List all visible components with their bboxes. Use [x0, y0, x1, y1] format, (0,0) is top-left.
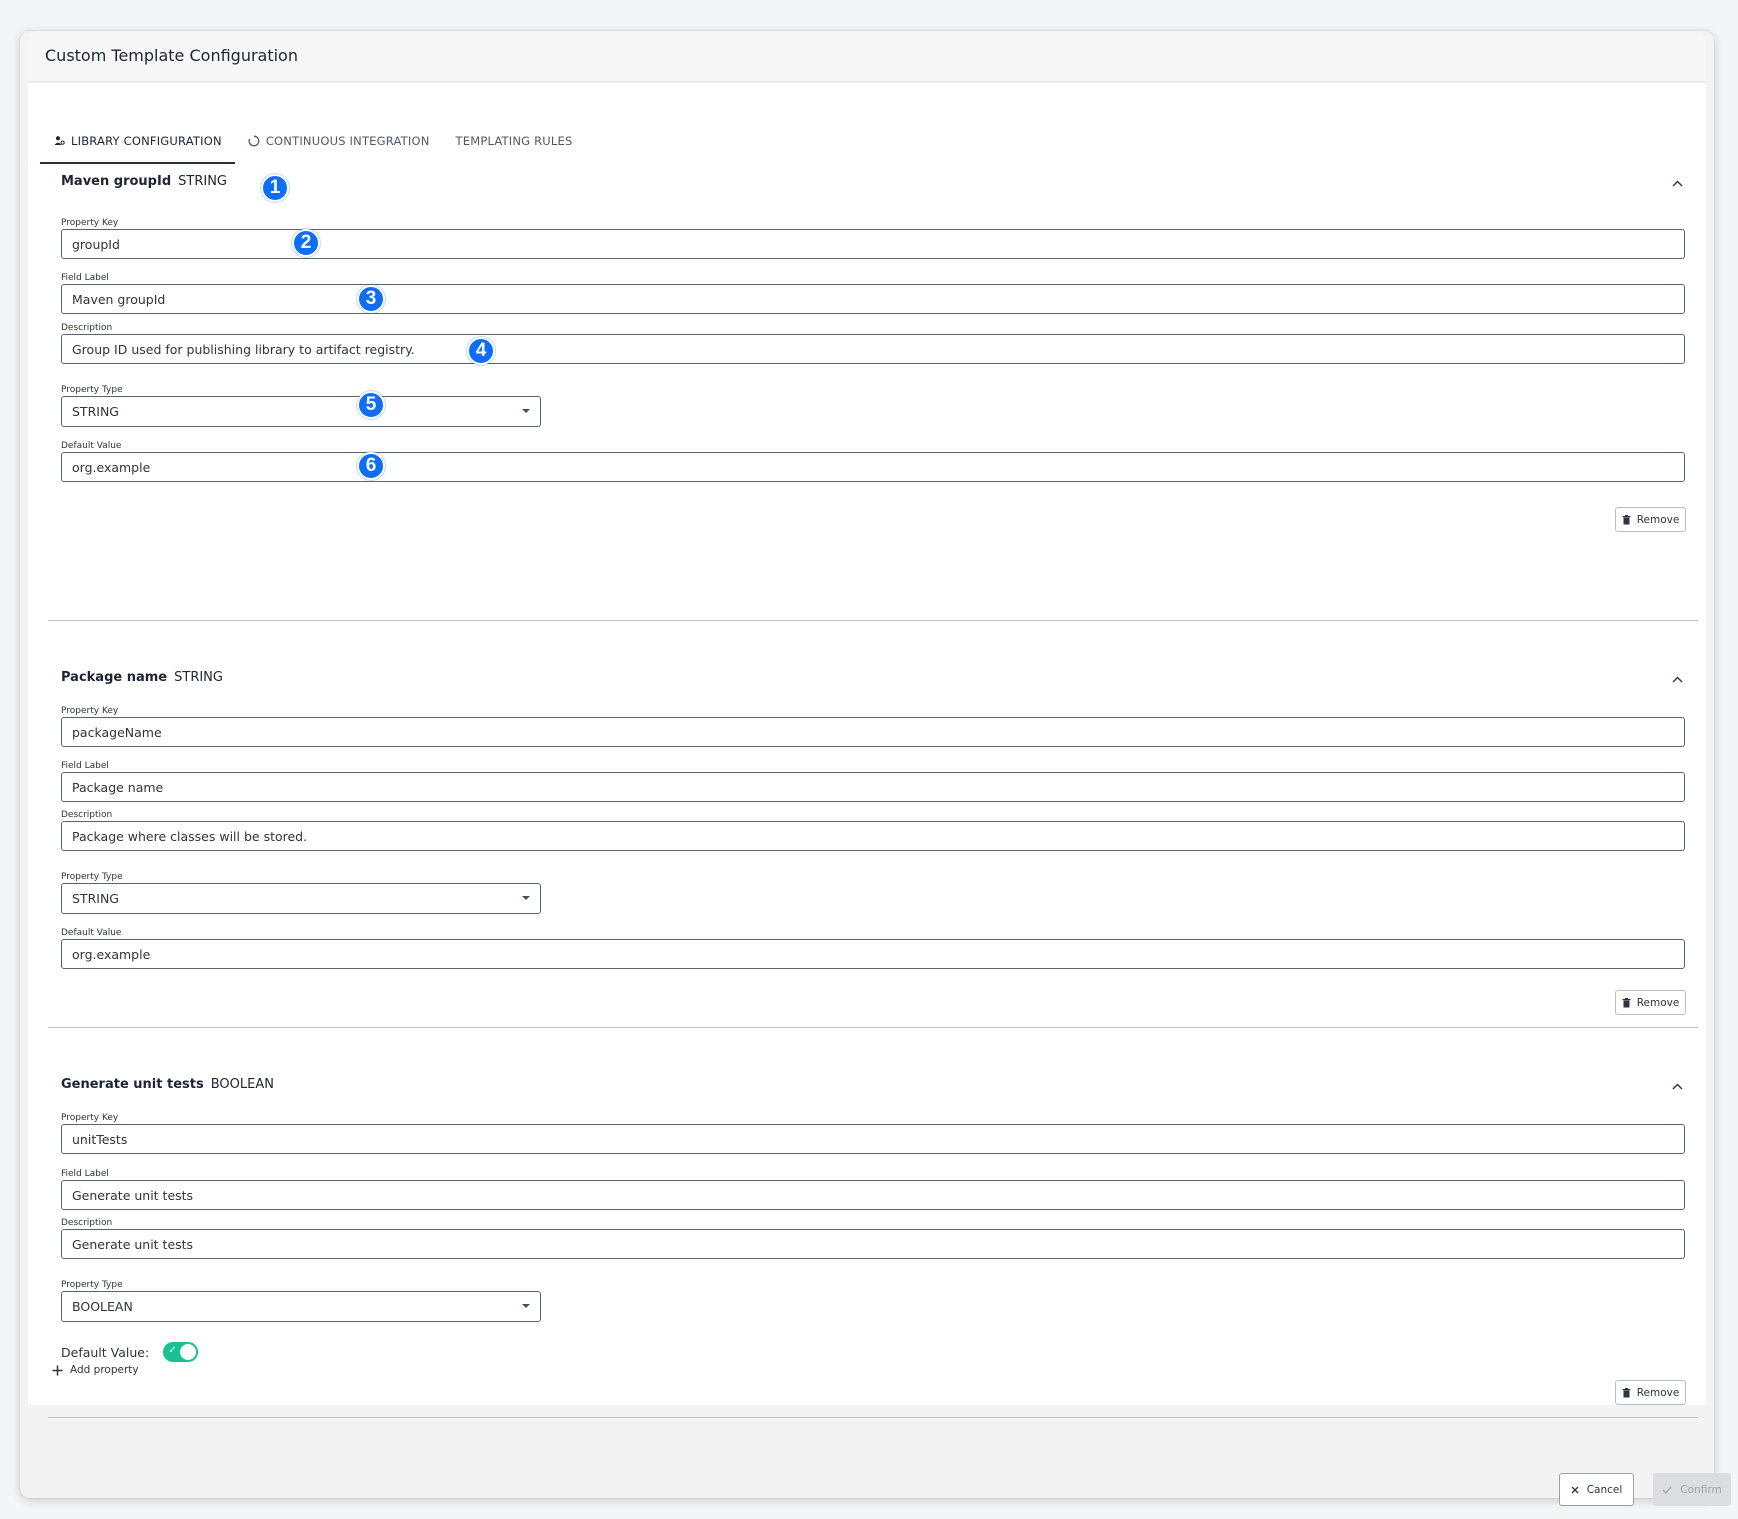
confirm-button[interactable]: Confirm — [1653, 1473, 1731, 1506]
default-value-toggle-row: Default Value: ✓ — [61, 1342, 199, 1362]
section-header: Maven groupId STRING — [61, 174, 227, 189]
section-header: Generate unit tests BOOLEAN — [61, 1077, 274, 1092]
trash-icon — [1622, 1387, 1631, 1397]
default-value-label: Default Value — [61, 441, 122, 451]
cancel-label: Cancel — [1586, 1483, 1623, 1496]
field-label-input[interactable]: Generate unit tests — [61, 1180, 1685, 1210]
tab-templating-rules[interactable]: TEMPLATING RULES — [443, 119, 586, 162]
remove-label: Remove — [1636, 1386, 1680, 1399]
section-name: Package name — [61, 670, 168, 685]
check-icon — [1662, 1486, 1672, 1494]
default-value-input[interactable]: org.example — [61, 452, 1685, 482]
section-name: Maven groupId — [61, 174, 172, 189]
remove-label: Remove — [1636, 996, 1680, 1009]
property-type-label: Property Type — [61, 385, 123, 395]
section-type: BOOLEAN — [210, 1077, 274, 1092]
dropdown-caret-icon — [522, 1304, 530, 1308]
description-input[interactable]: Generate unit tests — [61, 1229, 1685, 1259]
property-key-input[interactable]: unitTests — [61, 1124, 1685, 1154]
confirm-label: Confirm — [1680, 1483, 1722, 1496]
annotation-badge-5: 5 — [357, 391, 385, 419]
section-name: Generate unit tests — [61, 1077, 204, 1092]
dialog-header: Custom Template Configuration — [28, 31, 1706, 82]
property-type-label: Property Type — [61, 872, 123, 882]
collapse-chevron-icon[interactable] — [1670, 1079, 1684, 1093]
collapse-chevron-icon[interactable] — [1670, 176, 1684, 190]
description-input[interactable]: Group ID used for publishing library to … — [61, 334, 1685, 364]
property-key-label: Property Key — [61, 1113, 119, 1123]
annotation-badge-6: 6 — [357, 452, 385, 480]
property-section-maven-groupid: Maven groupId STRING Property Key groupI… — [48, 162, 1698, 621]
dialog-panel: LIBRARY CONFIGURATION CONTINUOUS INTEGRA… — [28, 83, 1706, 1418]
property-type-select[interactable]: STRING — [61, 883, 541, 914]
property-section-generate-unit-tests: Generate unit tests BOOLEAN Property Key… — [48, 1028, 1698, 1418]
tab-library-configuration[interactable]: LIBRARY CONFIGURATION — [40, 119, 235, 164]
description-input[interactable]: Package where classes will be stored. — [61, 821, 1685, 851]
ci-circle-icon — [248, 135, 260, 147]
property-type-value: STRING — [72, 404, 119, 419]
property-section-package-name: Package name STRING Property Key package… — [48, 621, 1698, 1028]
tab-bar: LIBRARY CONFIGURATION CONTINUOUS INTEGRA… — [40, 119, 586, 164]
description-label: Description — [61, 323, 113, 333]
property-type-label: Property Type — [61, 1280, 123, 1290]
section-type: STRING — [178, 174, 227, 189]
collapse-chevron-icon[interactable] — [1670, 672, 1684, 686]
property-key-input[interactable]: packageName — [61, 717, 1685, 747]
trash-icon — [1622, 997, 1631, 1007]
dropdown-caret-icon — [522, 896, 530, 900]
annotation-badge-4: 4 — [467, 337, 495, 365]
property-key-label: Property Key — [61, 706, 119, 716]
check-icon: ✓ — [168, 1345, 177, 1356]
library-icon — [53, 135, 65, 147]
field-label-label: Field Label — [61, 1169, 109, 1179]
cancel-button[interactable]: Cancel — [1559, 1473, 1634, 1506]
field-label-input[interactable]: Package name — [61, 772, 1685, 802]
default-value-toggle-label: Default Value: — [61, 1344, 150, 1360]
property-type-value: STRING — [72, 891, 119, 906]
default-value-toggle[interactable]: ✓ — [163, 1342, 199, 1362]
tab-label: LIBRARY CONFIGURATION — [71, 133, 222, 148]
description-label: Description — [61, 810, 113, 820]
add-property-label: Add property — [70, 1364, 139, 1376]
template-config-dialog: Custom Template Configuration LIBRARY CO… — [20, 31, 1731, 1506]
trash-icon — [1622, 514, 1631, 524]
annotation-badge-2: 2 — [292, 229, 320, 257]
property-type-select[interactable]: BOOLEAN — [61, 1291, 541, 1322]
remove-button[interactable]: Remove — [1615, 1380, 1686, 1405]
annotation-badge-1: 1 — [261, 174, 289, 202]
section-header: Package name STRING — [61, 670, 223, 685]
field-label-input[interactable]: Maven groupId — [61, 284, 1685, 314]
default-value-label: Default Value — [61, 928, 122, 938]
property-type-select[interactable]: STRING — [61, 396, 541, 427]
tab-label: TEMPLATING RULES — [455, 133, 573, 148]
annotation-badge-3: 3 — [357, 285, 385, 313]
remove-button[interactable]: Remove — [1615, 507, 1686, 532]
field-label-label: Field Label — [61, 761, 109, 771]
add-property-button[interactable]: Add property — [52, 1364, 139, 1376]
dialog-title: Custom Template Configuration — [45, 46, 298, 65]
tab-continuous-integration[interactable]: CONTINUOUS INTEGRATION — [235, 119, 443, 162]
remove-button[interactable]: Remove — [1615, 990, 1686, 1015]
property-key-label: Property Key — [61, 218, 119, 228]
property-type-value: BOOLEAN — [72, 1299, 133, 1314]
field-label-label: Field Label — [61, 273, 109, 283]
dropdown-caret-icon — [522, 409, 530, 413]
remove-label: Remove — [1636, 513, 1680, 526]
section-type: STRING — [174, 670, 223, 685]
tab-label: CONTINUOUS INTEGRATION — [265, 133, 430, 148]
default-value-input[interactable]: org.example — [61, 939, 1685, 969]
plus-icon — [52, 1365, 63, 1375]
toggle-knob — [180, 1344, 197, 1360]
description-label: Description — [61, 1218, 113, 1228]
close-icon — [1571, 1486, 1579, 1493]
